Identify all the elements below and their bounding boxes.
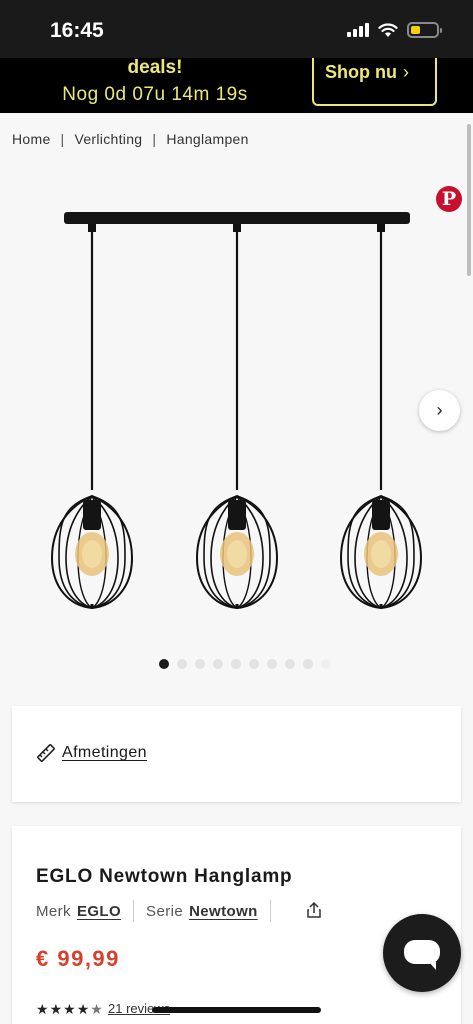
- chat-button[interactable]: [383, 914, 461, 992]
- rating-stars: ★ ★ ★ ★ ★: [36, 1001, 103, 1018]
- brand-label: Merk: [36, 902, 71, 920]
- divider: [269, 900, 271, 922]
- star-icon: ★: [76, 1001, 90, 1017]
- series-label: Serie: [146, 902, 184, 920]
- product-meta: Merk EGLO Serie Newtown: [36, 900, 283, 922]
- dimensions-card[interactable]: Afmetingen: [12, 706, 461, 802]
- shop-now-label: Shop nu: [325, 62, 397, 82]
- promo-countdown: Nog 0d 07u 14m 19s: [62, 84, 248, 105]
- signal-icon: [347, 23, 369, 37]
- gallery-dot[interactable]: [249, 659, 259, 669]
- gallery-dot[interactable]: [267, 659, 277, 669]
- divider: [133, 900, 135, 922]
- gallery-dot[interactable]: [321, 659, 331, 669]
- product-image: [50, 212, 423, 610]
- chevron-right-icon: ›: [402, 62, 409, 82]
- promo-banner: deals! Nog 0d 07u 14m 19s Shop nu ›: [0, 58, 473, 113]
- battery-icon: [407, 22, 442, 38]
- half-star-icon: ★: [90, 1001, 103, 1017]
- gallery-dot[interactable]: [195, 659, 205, 669]
- breadcrumb-lighting[interactable]: Verlichting: [74, 131, 142, 147]
- gallery-dot[interactable]: [213, 659, 223, 669]
- wifi-icon: [378, 22, 398, 37]
- series-link[interactable]: Newtown: [189, 903, 258, 920]
- chevron-right-icon: ›: [436, 400, 443, 420]
- product-page: 16:45 deals! Nog 0d 07u 14m 19s Shop nu ›…: [0, 0, 473, 1024]
- gallery-dot[interactable]: [159, 659, 169, 669]
- breadcrumb-home[interactable]: Home: [12, 131, 51, 147]
- star-icon: ★: [63, 1001, 76, 1017]
- gallery-dot[interactable]: [177, 659, 187, 669]
- star-icon: ★: [36, 1001, 49, 1017]
- breadcrumb: Home | Verlichting | Hanglampen: [12, 131, 249, 147]
- ruler-icon: [37, 744, 55, 762]
- share-icon[interactable]: [306, 901, 322, 919]
- breadcrumb-pendant-lamps[interactable]: Hanglampen: [166, 131, 248, 147]
- shop-now-button[interactable]: Shop nu ›: [312, 58, 437, 106]
- product-price: € 99,99: [36, 946, 120, 971]
- gallery-dot[interactable]: [285, 659, 295, 669]
- breadcrumb-separator: |: [60, 131, 65, 147]
- gallery-dots: [159, 659, 331, 669]
- chat-icon: [404, 940, 440, 970]
- gallery-dot[interactable]: [303, 659, 313, 669]
- brand-link[interactable]: EGLO: [77, 903, 121, 920]
- home-indicator: [152, 1007, 321, 1013]
- product-title: EGLO Newtown Hanglamp: [36, 866, 293, 887]
- dimensions-label: Afmetingen: [62, 744, 147, 761]
- status-time: 16:45: [50, 19, 104, 42]
- gallery-next-button[interactable]: ›: [419, 390, 460, 431]
- breadcrumb-separator: |: [152, 131, 157, 147]
- gallery-dot[interactable]: [231, 659, 241, 669]
- status-bar: 16:45: [0, 0, 473, 58]
- promo-title: deals!: [127, 58, 183, 78]
- star-icon: ★: [49, 1001, 63, 1017]
- status-icons: [347, 22, 442, 38]
